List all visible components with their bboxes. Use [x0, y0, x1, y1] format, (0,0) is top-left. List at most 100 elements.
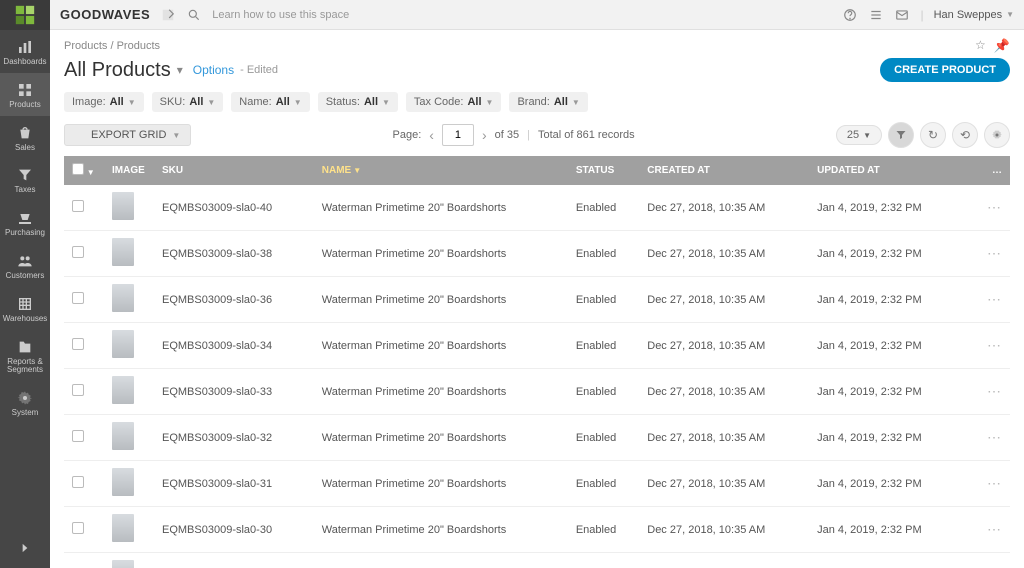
cell-name: Waterman Primetime 20" Boardshorts: [314, 323, 568, 369]
sidebar-item-sales[interactable]: Sales: [0, 116, 50, 159]
products-icon: [15, 81, 35, 99]
cell-sku: EQMBS03009-sla0-29: [154, 553, 314, 568]
filter-name[interactable]: Name: All ▼: [231, 92, 309, 112]
row-actions[interactable]: ⋯: [979, 415, 1010, 461]
cell-status: Enabled: [568, 185, 639, 231]
brand: GOODWAVES: [60, 7, 150, 22]
cell-status: Enabled: [568, 507, 639, 553]
sidebar-item-reports[interactable]: Reports & Segments: [0, 330, 50, 382]
row-checkbox[interactable]: [72, 430, 84, 442]
title-dropdown[interactable]: ▾: [177, 63, 183, 77]
system-icon: [15, 389, 35, 407]
cell-status: Enabled: [568, 369, 639, 415]
help-icon[interactable]: [842, 7, 858, 23]
filter-image[interactable]: Image: All ▼: [64, 92, 144, 112]
options-link[interactable]: Options: [193, 63, 234, 77]
cell-sku: EQMBS03009-sla0-31: [154, 461, 314, 507]
table-row[interactable]: EQMBS03009-sla0-38Waterman Primetime 20"…: [64, 231, 1010, 277]
row-actions[interactable]: ⋯: [979, 461, 1010, 507]
per-page-select[interactable]: 25▼: [836, 125, 882, 145]
pin-icon[interactable]: 📌: [994, 38, 1010, 54]
sidebar-item-dashboard[interactable]: Dashboards: [0, 30, 50, 73]
taxes-icon: [15, 166, 35, 184]
row-checkbox[interactable]: [72, 338, 84, 350]
sidebar-item-customers[interactable]: Customers: [0, 244, 50, 287]
user-menu[interactable]: Han Sweppes▼: [934, 9, 1014, 21]
table-row[interactable]: EQMBS03009-sla0-31Waterman Primetime 20"…: [64, 461, 1010, 507]
cell-status: Enabled: [568, 231, 639, 277]
row-actions[interactable]: ⋯: [979, 231, 1010, 277]
next-page[interactable]: ›: [482, 127, 487, 143]
settings-button[interactable]: [984, 122, 1010, 148]
filter-tax-code[interactable]: Tax Code: All ▼: [406, 92, 502, 112]
row-checkbox[interactable]: [72, 522, 84, 534]
row-actions[interactable]: ⋯: [979, 553, 1010, 568]
breadcrumb[interactable]: Products / Products: [64, 40, 160, 52]
col-name[interactable]: NAME▼: [314, 156, 568, 185]
cell-name: Waterman Primetime 20" Boardshorts: [314, 415, 568, 461]
col-updated-at[interactable]: UPDATED AT: [809, 156, 979, 185]
cell-sku: EQMBS03009-sla0-40: [154, 185, 314, 231]
product-thumbnail: [112, 514, 134, 542]
sidebar-item-system[interactable]: System: [0, 381, 50, 424]
sidebar-item-warehouses[interactable]: Warehouses: [0, 287, 50, 330]
cell-created: Dec 27, 2018, 10:35 AM: [639, 369, 809, 415]
col-actions[interactable]: ▼: [64, 156, 104, 185]
export-grid-button[interactable]: EXPORT GRID ▼: [64, 124, 191, 146]
cell-updated: Jan 4, 2019, 2:32 PM: [809, 369, 979, 415]
row-actions[interactable]: ⋯: [979, 185, 1010, 231]
page-input[interactable]: [442, 124, 474, 146]
select-all-checkbox[interactable]: [72, 163, 84, 175]
row-actions[interactable]: ⋯: [979, 277, 1010, 323]
mail-icon[interactable]: [894, 7, 910, 23]
create-product-button[interactable]: CREATE PRODUCT: [880, 58, 1010, 82]
star-icon[interactable]: ☆: [975, 38, 986, 54]
col-status[interactable]: STATUS: [568, 156, 639, 185]
cell-sku: EQMBS03009-sla0-33: [154, 369, 314, 415]
row-actions[interactable]: ⋯: [979, 369, 1010, 415]
cell-updated: Jan 4, 2019, 2:32 PM: [809, 185, 979, 231]
row-checkbox[interactable]: [72, 476, 84, 488]
table-row[interactable]: EQMBS03009-sla0-30Waterman Primetime 20"…: [64, 507, 1010, 553]
refresh-button[interactable]: ↻: [920, 122, 946, 148]
sidebar-item-label: Products: [9, 101, 41, 110]
filter-brand[interactable]: Brand: All ▼: [509, 92, 587, 112]
cell-created: Dec 27, 2018, 10:35 AM: [639, 277, 809, 323]
col-sku[interactable]: SKU: [154, 156, 314, 185]
cell-name: Waterman Primetime 20" Boardshorts: [314, 553, 568, 568]
table-row[interactable]: EQMBS03009-sla0-32Waterman Primetime 20"…: [64, 415, 1010, 461]
sidebar-item-products[interactable]: Products: [0, 73, 50, 116]
sidebar-item-purchasing[interactable]: Purchasing: [0, 201, 50, 244]
row-actions[interactable]: ⋯: [979, 507, 1010, 553]
prev-page[interactable]: ‹: [429, 127, 434, 143]
sidebar-collapse[interactable]: [0, 528, 50, 568]
table-row[interactable]: EQMBS03009-sla0-29Waterman Primetime 20"…: [64, 553, 1010, 568]
share-icon[interactable]: [160, 7, 176, 23]
cell-name: Waterman Primetime 20" Boardshorts: [314, 507, 568, 553]
row-checkbox[interactable]: [72, 200, 84, 212]
cell-created: Dec 27, 2018, 10:35 AM: [639, 323, 809, 369]
reset-button[interactable]: ⟲: [952, 122, 978, 148]
col-image[interactable]: IMAGE: [104, 156, 154, 185]
table-row[interactable]: EQMBS03009-sla0-40Waterman Primetime 20"…: [64, 185, 1010, 231]
col-...[interactable]: …: [979, 156, 1010, 185]
cell-sku: EQMBS03009-sla0-32: [154, 415, 314, 461]
row-actions[interactable]: ⋯: [979, 323, 1010, 369]
sidebar-item-taxes[interactable]: Taxes: [0, 158, 50, 201]
app-logo[interactable]: [0, 0, 50, 30]
col-created-at[interactable]: CREATED AT: [639, 156, 809, 185]
row-checkbox[interactable]: [72, 384, 84, 396]
purchasing-icon: [15, 209, 35, 227]
table-row[interactable]: EQMBS03009-sla0-33Waterman Primetime 20"…: [64, 369, 1010, 415]
filter-sku[interactable]: SKU: All ▼: [152, 92, 224, 112]
filter-status[interactable]: Status: All ▼: [318, 92, 398, 112]
menu-icon[interactable]: [868, 7, 884, 23]
table-row[interactable]: EQMBS03009-sla0-36Waterman Primetime 20"…: [64, 277, 1010, 323]
table-row[interactable]: EQMBS03009-sla0-34Waterman Primetime 20"…: [64, 323, 1010, 369]
cell-status: Enabled: [568, 277, 639, 323]
filter-toggle[interactable]: [888, 122, 914, 148]
row-checkbox[interactable]: [72, 292, 84, 304]
cell-name: Waterman Primetime 20" Boardshorts: [314, 461, 568, 507]
search-icon[interactable]: [186, 7, 202, 23]
row-checkbox[interactable]: [72, 246, 84, 258]
